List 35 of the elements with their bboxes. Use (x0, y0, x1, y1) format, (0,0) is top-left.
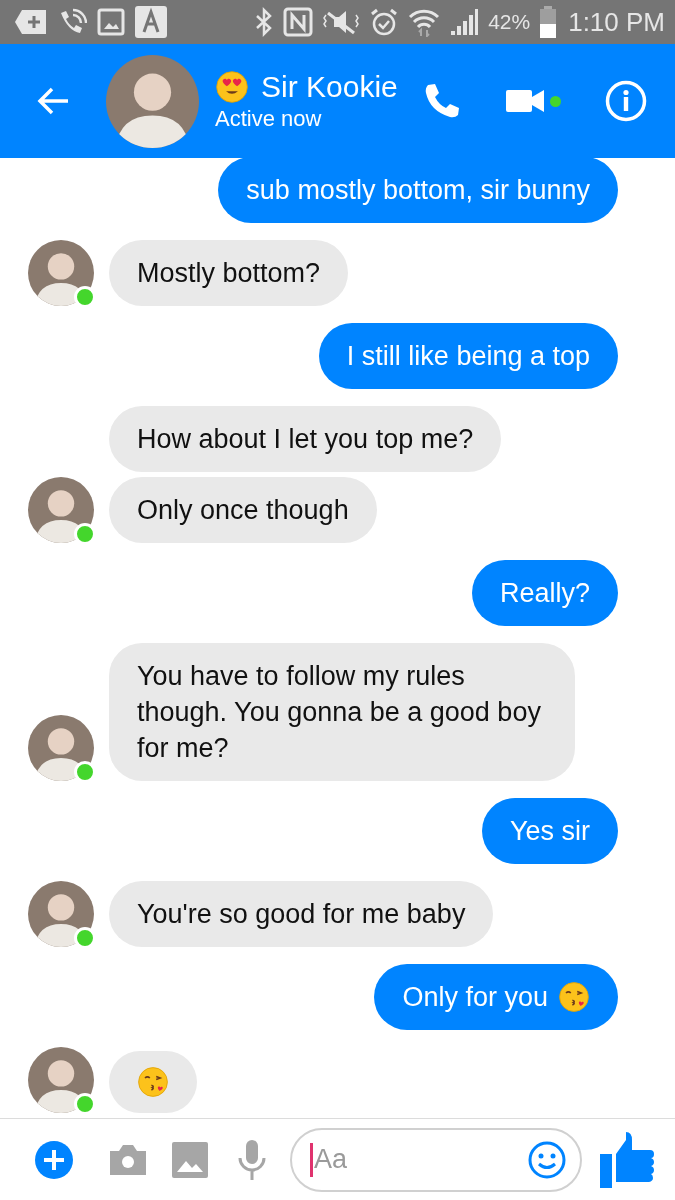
app-letter-icon (135, 6, 167, 38)
kissing-face-icon (137, 1066, 169, 1098)
info-icon[interactable] (605, 80, 647, 122)
heart-eyes-emoji-icon (215, 70, 249, 104)
message-bubble: I still like being a top (318, 323, 618, 389)
image-icon[interactable] (172, 1141, 208, 1178)
notification-plus-icon (14, 8, 48, 36)
wifi-icon (408, 7, 441, 37)
video-camera-icon[interactable] (506, 88, 544, 114)
message-bubble: Mostly bottom? (109, 240, 349, 306)
battery-icon (539, 6, 558, 38)
alarm-clock-icon (369, 7, 400, 37)
message-text: Only for you (402, 981, 548, 1014)
thumbs-up-icon[interactable] (600, 1131, 654, 1188)
image-icon (96, 7, 126, 37)
message-bubble: You're so good for me baby (109, 881, 494, 947)
message-bubble: How about I let you top me? (109, 406, 502, 472)
message-bubble: Yes sir (481, 798, 618, 864)
signal-icon (449, 7, 480, 37)
camera-icon[interactable] (108, 1142, 148, 1177)
microphone-icon[interactable] (238, 1139, 266, 1180)
message-input[interactable]: Aa (290, 1127, 582, 1192)
contact-name: Sir Kookie (261, 70, 398, 104)
kissing-face-icon (558, 981, 590, 1013)
active-status: Active now (215, 106, 323, 132)
battery-percentage: 42% (488, 10, 531, 34)
emoji-icon[interactable] (528, 1140, 566, 1179)
message-bubble: Really? (471, 560, 618, 626)
add-icon[interactable] (34, 1139, 74, 1180)
message-bubble: Only once though (109, 477, 377, 543)
message-bubble: You have to follow my rules though. You gonna be a good boy for me? (109, 643, 575, 781)
back-arrow-icon[interactable] (36, 86, 70, 116)
message-bubble: sub mostly bottom, sir bunny (218, 158, 618, 223)
nfc-icon (283, 7, 314, 37)
clock: 1:10 PM (568, 6, 665, 38)
